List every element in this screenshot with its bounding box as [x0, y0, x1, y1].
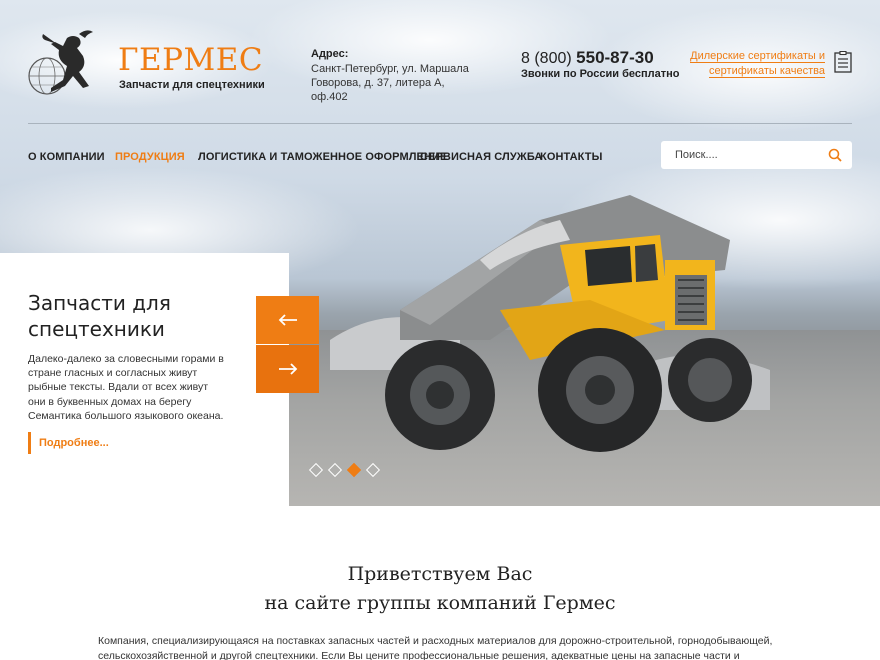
nav-item-service[interactable]: СЕРВИСНАЯ СЛУЖБА	[420, 151, 542, 163]
address-label: Адрес:	[311, 48, 349, 60]
phone-note: Звонки по России бесплатно	[521, 68, 680, 80]
slider-next-button[interactable]	[256, 345, 319, 393]
slider-prev-button[interactable]	[256, 296, 319, 344]
document-list-icon[interactable]	[834, 51, 852, 73]
slide-more-link[interactable]: Подробнее...	[28, 432, 109, 454]
phone-prefix: 8 (800)	[521, 50, 572, 67]
slider-dot[interactable]	[327, 462, 343, 478]
slider-dot[interactable]	[365, 462, 381, 478]
nav-item-logistics[interactable]: ЛОГИСТИКА И ТАМОЖЕННОЕ ОФОРМЛЕНИЕ	[198, 151, 447, 163]
slider-dots	[308, 462, 381, 478]
certificates-link-line1: Дилерские сертификаты и	[690, 50, 825, 63]
arrow-left-icon	[278, 314, 297, 326]
phone-number[interactable]: 8 (800) 550-87-30	[521, 48, 654, 68]
welcome-text: Компания, специализирующаяся на поставка…	[98, 635, 773, 660]
nav-item-products[interactable]: ПРОДУКЦИЯ	[115, 151, 185, 163]
welcome-title-line2: на сайте группы компаний Гермес	[264, 592, 616, 614]
hermes-logo-icon[interactable]	[27, 30, 107, 104]
slide-title: Запчасти для спецтехники	[28, 291, 171, 341]
slider-dot-active[interactable]	[346, 462, 362, 478]
slider-dot[interactable]	[308, 462, 324, 478]
slide-text: Далеко-далеко за словесными горами в стр…	[28, 353, 224, 422]
phone-digits: 550-87-30	[576, 48, 654, 67]
arrow-right-icon	[278, 363, 297, 375]
search-box	[661, 141, 852, 169]
certificates-link-line2: сертификаты качества	[709, 65, 825, 78]
header-divider	[28, 123, 852, 124]
search-icon[interactable]	[828, 148, 842, 162]
certificates-link[interactable]: Дилерские сертификаты и сертификаты каче…	[690, 49, 825, 79]
search-input[interactable]	[661, 141, 821, 169]
nav-item-contacts[interactable]: КОНТАКТЫ	[540, 151, 602, 163]
truck-wheels	[385, 328, 752, 452]
nav-item-about[interactable]: О КОМПАНИИ	[28, 151, 105, 163]
mining-truck-image	[330, 195, 770, 452]
brand-subtitle: Запчасти для спецтехники	[119, 79, 265, 91]
address-text: Санкт-Петербург, ул. Маршала Говорова, д…	[311, 63, 469, 103]
welcome-title-line1: Приветствуем Вас	[347, 563, 533, 585]
welcome-title: Приветствуем Вас на сайте группы компани…	[0, 560, 880, 618]
brand-name[interactable]: ГЕРМЕС	[118, 42, 263, 78]
